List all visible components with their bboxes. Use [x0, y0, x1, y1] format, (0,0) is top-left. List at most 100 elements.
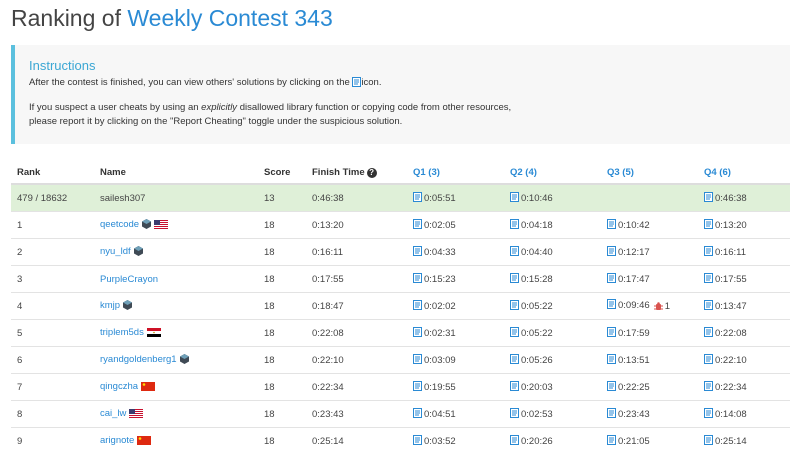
q3-header[interactable]: Q3 (5) [601, 161, 698, 185]
eg-flag-icon [146, 327, 161, 340]
solution-doc-icon[interactable] [510, 434, 519, 448]
solution-doc-icon[interactable] [607, 218, 616, 232]
q3-solution-link[interactable]: 0:21:05 [607, 434, 650, 448]
solution-doc-icon[interactable] [704, 299, 713, 313]
q4-solution-link[interactable]: 0:13:47 [704, 299, 747, 313]
user-name-link[interactable]: PurpleCrayon [100, 274, 158, 285]
q1-solution-link[interactable]: 0:02:05 [413, 218, 456, 232]
user-name-link[interactable]: cai_lw [100, 408, 126, 419]
q1-solution-link[interactable]: 0:03:52 [413, 434, 456, 448]
solution-doc-icon[interactable] [704, 326, 713, 340]
solution-doc-icon[interactable] [510, 299, 519, 313]
user-name-link[interactable]: qeetcode [100, 219, 139, 230]
name-header: Name [94, 161, 258, 185]
q2-solution-link[interactable]: 0:04:40 [510, 245, 553, 259]
user-name-link[interactable]: ryandgoldenberg1 [100, 354, 177, 365]
q1-solution-link[interactable]: 0:19:55 [413, 380, 456, 394]
solution-doc-icon[interactable] [413, 353, 422, 367]
q3-solution-link[interactable]: 0:10:42 [607, 218, 650, 232]
q3-solution-link[interactable]: 0:09:46 [607, 298, 650, 312]
solution-doc-icon[interactable] [510, 326, 519, 340]
solution-doc-icon[interactable] [704, 218, 713, 232]
q1-solution-link[interactable]: 0:04:51 [413, 407, 456, 421]
solution-doc-icon[interactable] [413, 245, 422, 259]
q2-solution-link[interactable]: 0:10:46 [510, 191, 553, 205]
q4-solution-link[interactable]: 0:16:11 [704, 245, 746, 259]
q3-solution-link[interactable]: 0:22:25 [607, 380, 650, 394]
solution-doc-icon[interactable] [704, 272, 713, 286]
q4-solution-link[interactable]: 0:46:38 [704, 191, 747, 205]
q2-solution-link[interactable]: 0:05:26 [510, 353, 553, 367]
solution-doc-icon[interactable] [413, 326, 422, 340]
q4-solution-link[interactable]: 0:13:20 [704, 218, 747, 232]
solution-doc-icon[interactable] [704, 407, 713, 421]
user-name-link[interactable]: triplem5ds [100, 327, 144, 338]
q2-solution-link[interactable]: 0:20:03 [510, 380, 553, 394]
q3-solution-link[interactable]: 0:23:43 [607, 407, 650, 421]
q2-solution-link[interactable]: 0:05:22 [510, 299, 553, 313]
q2-solution-link[interactable]: 0:05:22 [510, 326, 553, 340]
solution-doc-icon[interactable] [413, 407, 422, 421]
q1-solution-link[interactable]: 0:02:02 [413, 299, 456, 313]
solution-doc-icon[interactable] [413, 299, 422, 313]
user-name-link[interactable]: kmjp [100, 300, 120, 311]
q3-solution-link[interactable]: 0:17:59 [607, 326, 650, 340]
q2-solution-link[interactable]: 0:15:28 [510, 272, 553, 286]
solution-doc-icon[interactable] [510, 407, 519, 421]
q1-solution-link[interactable]: 0:15:23 [413, 272, 456, 286]
help-icon[interactable]: ? [366, 167, 377, 178]
q4-cell: 0:22:10 [698, 346, 790, 374]
solution-doc-icon[interactable] [607, 434, 616, 448]
q1-time: 0:03:09 [424, 354, 456, 366]
solution-doc-icon[interactable] [510, 353, 519, 367]
q4-solution-link[interactable]: 0:14:08 [704, 407, 747, 421]
q1-solution-link[interactable]: 0:05:51 [413, 191, 456, 205]
q4-solution-link[interactable]: 0:22:34 [704, 380, 747, 394]
q1-solution-link[interactable]: 0:02:31 [413, 326, 456, 340]
solution-doc-icon[interactable] [510, 380, 519, 394]
q4-solution-link[interactable]: 0:22:08 [704, 326, 747, 340]
q3-solution-link[interactable]: 0:17:47 [607, 272, 650, 286]
solution-doc-icon[interactable] [510, 272, 519, 286]
solution-doc-icon[interactable] [607, 272, 616, 286]
instructions-line-3: please report it by clicking on the "Rep… [29, 116, 403, 127]
q2-solution-link[interactable]: 0:04:18 [510, 218, 553, 232]
solution-doc-icon[interactable] [413, 272, 422, 286]
q1-solution-link[interactable]: 0:03:09 [413, 353, 456, 367]
solution-doc-icon[interactable] [704, 191, 713, 205]
q2-time: 0:04:18 [521, 219, 553, 231]
solution-doc-icon[interactable] [607, 353, 616, 367]
q4-solution-link[interactable]: 0:22:10 [704, 353, 747, 367]
solution-doc-icon[interactable] [704, 245, 713, 259]
solution-doc-icon[interactable] [413, 191, 422, 205]
table-row: 4 kmjp 18 0:18:47 0:02:02 0:05:22 0:09:46 1 0:13… [11, 292, 790, 320]
q1-solution-link[interactable]: 0:04:33 [413, 245, 456, 259]
user-name-link[interactable]: nyu_ldf [100, 246, 131, 257]
solution-doc-icon[interactable] [607, 380, 616, 394]
user-name-link[interactable]: qingczha [100, 381, 138, 392]
solution-doc-icon[interactable] [413, 380, 422, 394]
solution-doc-icon[interactable] [510, 245, 519, 259]
solution-doc-icon[interactable] [607, 326, 616, 340]
q4-solution-link[interactable]: 0:25:14 [704, 434, 747, 448]
contest-name-link[interactable]: Weekly Contest 343 [127, 5, 332, 31]
solution-doc-icon[interactable] [413, 434, 422, 448]
solution-doc-icon[interactable] [704, 380, 713, 394]
q2-solution-link[interactable]: 0:02:53 [510, 407, 553, 421]
solution-doc-icon[interactable] [510, 218, 519, 232]
q3-solution-link[interactable]: 0:12:17 [607, 245, 650, 259]
solution-doc-icon[interactable] [413, 218, 422, 232]
solution-doc-icon[interactable] [704, 353, 713, 367]
q4-solution-link[interactable]: 0:17:55 [704, 272, 747, 286]
solution-doc-icon[interactable] [607, 245, 616, 259]
solution-doc-icon[interactable] [510, 191, 519, 205]
q4-header[interactable]: Q4 (6) [698, 161, 790, 185]
solution-doc-icon[interactable] [704, 434, 713, 448]
q3-solution-link[interactable]: 0:13:51 [607, 353, 650, 367]
solution-doc-icon[interactable] [607, 407, 616, 421]
q2-solution-link[interactable]: 0:20:26 [510, 434, 553, 448]
user-name-link[interactable]: arignote [100, 435, 134, 446]
q1-header[interactable]: Q1 (3) [407, 161, 504, 185]
q2-header[interactable]: Q2 (4) [504, 161, 601, 185]
solution-doc-icon[interactable] [607, 298, 616, 312]
